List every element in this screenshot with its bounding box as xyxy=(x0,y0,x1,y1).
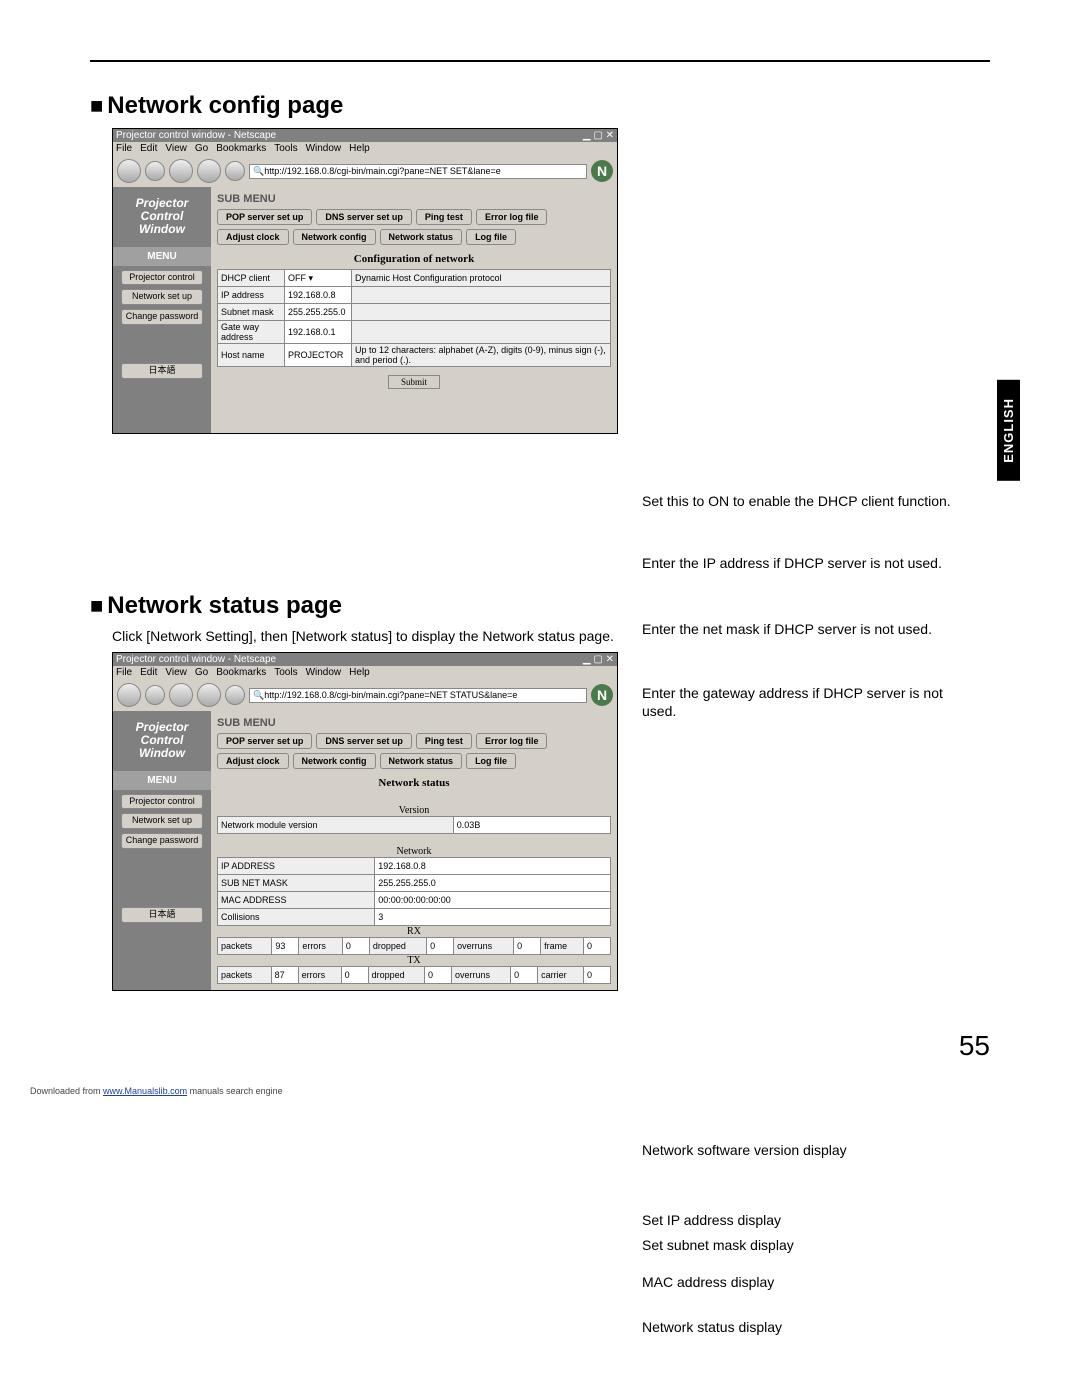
window-title: Projector control window - Netscape xyxy=(116,130,276,141)
callout-dhcp: Set this to ON to enable the DHCP client… xyxy=(642,492,962,510)
home-icon[interactable] xyxy=(225,685,245,705)
page-number: 55 xyxy=(959,1030,990,1062)
screenshot-status: Projector control window - Netscape ▁ ▢ ✕… xyxy=(112,652,618,991)
home-icon[interactable] xyxy=(225,161,245,181)
netscape-icon: N xyxy=(591,684,613,706)
window-controls-icon: ▁ ▢ ✕ xyxy=(583,654,614,665)
logo: ProjectorControlWindow xyxy=(113,191,211,243)
window-title-2: Projector control window - Netscape xyxy=(116,654,276,665)
ping-test-button[interactable]: Ping test xyxy=(416,209,472,225)
network-status-button[interactable]: Network status xyxy=(380,229,463,245)
screenshot-config: Projector control window - Netscape ▁ ▢ ✕… xyxy=(112,128,618,434)
callout-ip-display: Set IP address display xyxy=(642,1211,962,1229)
footer-link[interactable]: www.Manualslib.com xyxy=(103,1086,187,1096)
version-value: 0.03B xyxy=(453,817,610,834)
callout-mac-display: MAC address display xyxy=(642,1273,962,1291)
mac-address-value: 00:00:00:00:00:00 xyxy=(375,892,611,909)
netscape-icon: N xyxy=(591,160,613,182)
callout-subnet-display: Set subnet mask display xyxy=(642,1236,962,1254)
log-file-button[interactable]: Log file xyxy=(466,229,516,245)
stop-icon[interactable] xyxy=(197,159,221,183)
sidebar-item-japanese[interactable]: 日本語 xyxy=(121,363,203,379)
tx-table: packets87 errors0 dropped0 overruns0 car… xyxy=(217,966,611,984)
url-input[interactable]: 🔍 http://192.168.0.8/cgi-bin/main.cgi?pa… xyxy=(249,164,587,179)
ip-address-field[interactable]: 192.168.0.8 xyxy=(285,287,352,304)
section1-title: ■Network config page xyxy=(90,92,990,120)
version-table: Network module version 0.03B xyxy=(217,816,611,834)
reload-icon[interactable] xyxy=(169,683,193,707)
callout-mask: Enter the net mask if DHCP server is not… xyxy=(642,620,962,638)
menu-label: MENU xyxy=(113,247,211,266)
toolbar: 🔍 http://192.168.0.8/cgi-bin/main.cgi?pa… xyxy=(113,155,617,187)
collisions-value: 3 xyxy=(375,909,611,926)
menubar: FileEditViewGoBookmarksToolsWindowHelp xyxy=(113,142,617,155)
adjust-clock-button[interactable]: Adjust clock xyxy=(217,229,289,245)
network-config-button[interactable]: Network config xyxy=(293,229,376,245)
window-controls-icon: ▁ ▢ ✕ xyxy=(583,130,614,141)
pop-server-button[interactable]: POP server set up xyxy=(217,209,312,225)
callout-ip: Enter the IP address if DHCP server is n… xyxy=(642,554,962,572)
submenu-label: SUB MENU xyxy=(217,193,611,205)
hostname-field[interactable]: PROJECTOR xyxy=(285,344,352,367)
forward-icon[interactable] xyxy=(145,685,165,705)
callout-version: Network software version display xyxy=(642,1141,962,1159)
config-title: Configuration of network xyxy=(217,253,611,265)
forward-icon[interactable] xyxy=(145,161,165,181)
stop-icon[interactable] xyxy=(197,683,221,707)
network-table: IP ADDRESS192.168.0.8 SUB NET MASK255.25… xyxy=(217,857,611,926)
dns-server-button[interactable]: DNS server set up xyxy=(316,209,412,225)
back-icon[interactable] xyxy=(117,159,141,183)
subnet-mask-value: 255.255.255.0 xyxy=(375,875,611,892)
back-icon[interactable] xyxy=(117,683,141,707)
sidebar-item-change-password[interactable]: Change password xyxy=(121,309,203,325)
error-log-button[interactable]: Error log file xyxy=(476,209,548,225)
status-title: Network status xyxy=(217,777,611,789)
rx-table: packets93 errors0 dropped0 overruns0 fra… xyxy=(217,937,611,955)
english-tab: ENGLISH xyxy=(997,380,1020,481)
callout-status-display: Network status display xyxy=(642,1318,962,1336)
subnet-mask-field[interactable]: 255.255.255.0 xyxy=(285,304,352,321)
reload-icon[interactable] xyxy=(169,159,193,183)
sidebar-item-projector-control[interactable]: Projector control xyxy=(121,270,203,286)
footer: Downloaded from www.Manualslib.com manua… xyxy=(30,1086,283,1096)
url-input[interactable]: 🔍 http://192.168.0.8/cgi-bin/main.cgi?pa… xyxy=(249,688,587,703)
dhcp-client-field[interactable]: OFF xyxy=(288,273,306,283)
gateway-field[interactable]: 192.168.0.1 xyxy=(285,321,352,344)
section2-title: ■Network status page xyxy=(90,592,990,620)
sidebar-item-network-setup[interactable]: Network set up xyxy=(121,289,203,305)
ip-address-value: 192.168.0.8 xyxy=(375,858,611,875)
config-table: DHCP clientOFF ▾Dynamic Host Configurati… xyxy=(217,269,611,367)
submit-button[interactable]: Submit xyxy=(388,375,440,389)
sidebar: ProjectorControlWindow MENU Projector co… xyxy=(113,187,211,433)
